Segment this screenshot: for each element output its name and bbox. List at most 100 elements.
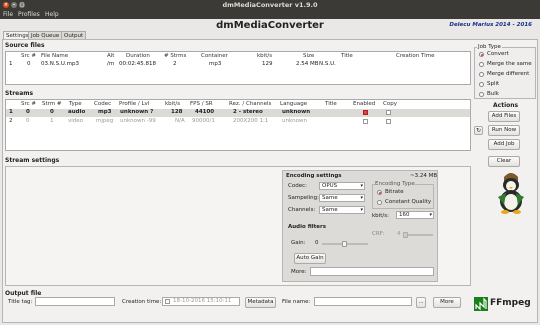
gain-label: Gain:: [291, 240, 306, 246]
menu-bar: File Profiles Help: [0, 10, 540, 19]
merge-same-radio[interactable]: [479, 62, 484, 67]
bulk-label[interactable]: Bulk: [487, 91, 499, 97]
ffmpeg-logo-icon: FFmpeg: [474, 295, 534, 313]
sampling-select[interactable]: Same: [319, 194, 365, 202]
streams-table: Src # Strm # Type Codec Profile / Lvl kb…: [5, 99, 471, 151]
convert-label[interactable]: Convert: [487, 51, 509, 57]
constant-quality-radio[interactable]: [377, 200, 382, 205]
title-tag-input[interactable]: [35, 297, 115, 306]
table-row[interactable]: 2 0 1 video mjpeg unknown -99 N/A 90000/…: [6, 118, 470, 126]
crf-label: CRF:: [372, 231, 385, 237]
copy-checkbox[interactable]: [386, 110, 391, 115]
col-kbits: kbit/s: [165, 101, 181, 107]
col-kbits: kbit/s: [257, 53, 273, 59]
auto-gain-button[interactable]: Auto Gain: [294, 253, 326, 264]
gain-slider-handle[interactable]: [342, 241, 347, 247]
col-codec: Codec: [94, 101, 112, 107]
table-row[interactable]: 1 0 03.N.S.U.mp3 /m 00:02:45.818 2 mp3 1…: [6, 61, 470, 69]
cell-fps: 44100: [195, 109, 215, 115]
col-creation-time: Creation Time: [396, 53, 435, 59]
menu-help[interactable]: Help: [45, 10, 59, 19]
cell-kbits: N/A: [175, 118, 185, 124]
col-alt: Alt: [107, 53, 115, 59]
col-type: Type: [69, 101, 82, 107]
browse-button[interactable]: ...: [416, 297, 426, 308]
bitrate-label[interactable]: Bitrate: [385, 189, 404, 195]
tab-job-queue[interactable]: Job Queue: [28, 31, 63, 39]
col-rez: Rez. / Channels: [229, 101, 272, 107]
creation-time-input[interactable]: 18-10-2016 15:10:11: [162, 297, 240, 306]
cell-row-num: 1: [9, 109, 13, 115]
cell-profile: unknown ?: [120, 109, 154, 115]
convert-radio[interactable]: [479, 52, 484, 57]
maximize-icon[interactable]: □: [19, 2, 25, 8]
cell-duration: 00:02:45.818: [119, 61, 156, 67]
run-now-button[interactable]: Run Now: [488, 125, 520, 136]
cell-language: unknown: [282, 118, 307, 124]
window-titlebar: dmMediaConverter v1.9.0 × – □: [0, 0, 540, 10]
table-row[interactable]: 1 0 0 audio mp3 unknown ? 128 44100 2 - …: [6, 109, 470, 117]
close-icon[interactable]: ×: [3, 2, 9, 8]
creation-time-checkbox[interactable]: [165, 299, 170, 304]
bulk-radio[interactable]: [479, 92, 484, 97]
cell-container: mp3: [209, 61, 222, 67]
cell-src: 0: [26, 109, 30, 115]
kbits-select[interactable]: 160: [396, 211, 434, 219]
encoding-settings-heading: Encoding settings: [286, 173, 342, 179]
split-radio[interactable]: [479, 82, 484, 87]
file-name-label: File name:: [282, 299, 311, 305]
cell-file-name: 03.N.S.U.mp3: [41, 61, 79, 67]
col-copy: Copy: [383, 101, 397, 107]
col-file-name: File Name: [41, 53, 69, 59]
constant-quality-label[interactable]: Constant Quality: [385, 199, 431, 205]
window-title: dmMediaConverter v1.9.0: [222, 1, 318, 9]
minimize-icon[interactable]: –: [11, 2, 17, 8]
enabled-checkbox[interactable]: [363, 110, 368, 115]
channels-select[interactable]: Same: [319, 206, 365, 214]
gain-slider[interactable]: [322, 241, 368, 247]
gain-value: 0: [315, 240, 319, 246]
cell-rez: 2 - stereo: [233, 109, 263, 115]
add-job-button[interactable]: Add Job: [488, 139, 520, 150]
merge-same-label[interactable]: Merge the same: [487, 61, 532, 67]
split-label[interactable]: Split: [487, 81, 499, 87]
menu-file[interactable]: File: [3, 10, 13, 19]
file-name-input[interactable]: [314, 297, 412, 306]
crf-slider[interactable]: [403, 232, 433, 238]
stream-settings-heading: Stream settings: [5, 157, 60, 164]
clear-button[interactable]: Clear: [488, 156, 520, 167]
creation-time-value: 18-10-2016 15:10:11: [173, 298, 232, 304]
col-language: Language: [280, 101, 308, 107]
bitrate-radio[interactable]: [377, 190, 382, 195]
col-streams: # Strms: [164, 53, 187, 59]
tab-output[interactable]: Output: [61, 31, 87, 39]
more-input[interactable]: [310, 267, 434, 276]
cell-row-num: 2: [9, 118, 13, 124]
source-files-heading: Source files: [5, 42, 45, 49]
refresh-icon[interactable]: ↻: [474, 126, 483, 135]
encoding-type-heading: Encoding Type: [375, 181, 415, 187]
col-size: Size: [303, 53, 315, 59]
merge-different-label[interactable]: Merge different: [487, 71, 529, 77]
actions-heading: Actions: [493, 102, 519, 109]
cell-strm: 0: [50, 109, 54, 115]
kbits-label: kbit/s:: [372, 213, 389, 219]
encoding-type-group: [372, 184, 434, 209]
menu-profiles[interactable]: Profiles: [18, 10, 40, 19]
cell-language: unknown: [282, 109, 311, 115]
crf-slider-handle[interactable]: [403, 232, 408, 238]
author-credit: Delecu Marius 2014 - 2016: [449, 22, 532, 28]
metadata-button[interactable]: Metadata: [245, 297, 276, 308]
more-button[interactable]: More: [433, 297, 461, 308]
col-duration: Duration: [126, 53, 150, 59]
copy-checkbox[interactable]: [386, 119, 391, 124]
merge-different-radio[interactable]: [479, 72, 484, 77]
cell-codec: mjpeg: [96, 118, 114, 124]
title-tag-label: Title tag:: [8, 299, 33, 305]
creation-time-label: Creation time:: [122, 299, 162, 305]
size-estimate: ~3.24 MB: [410, 173, 438, 179]
col-profile: Profile / Lvl: [119, 101, 150, 107]
add-files-button[interactable]: Add Files: [488, 111, 520, 122]
codec-select[interactable]: OPUS: [319, 182, 365, 190]
enabled-checkbox[interactable]: [363, 119, 368, 124]
